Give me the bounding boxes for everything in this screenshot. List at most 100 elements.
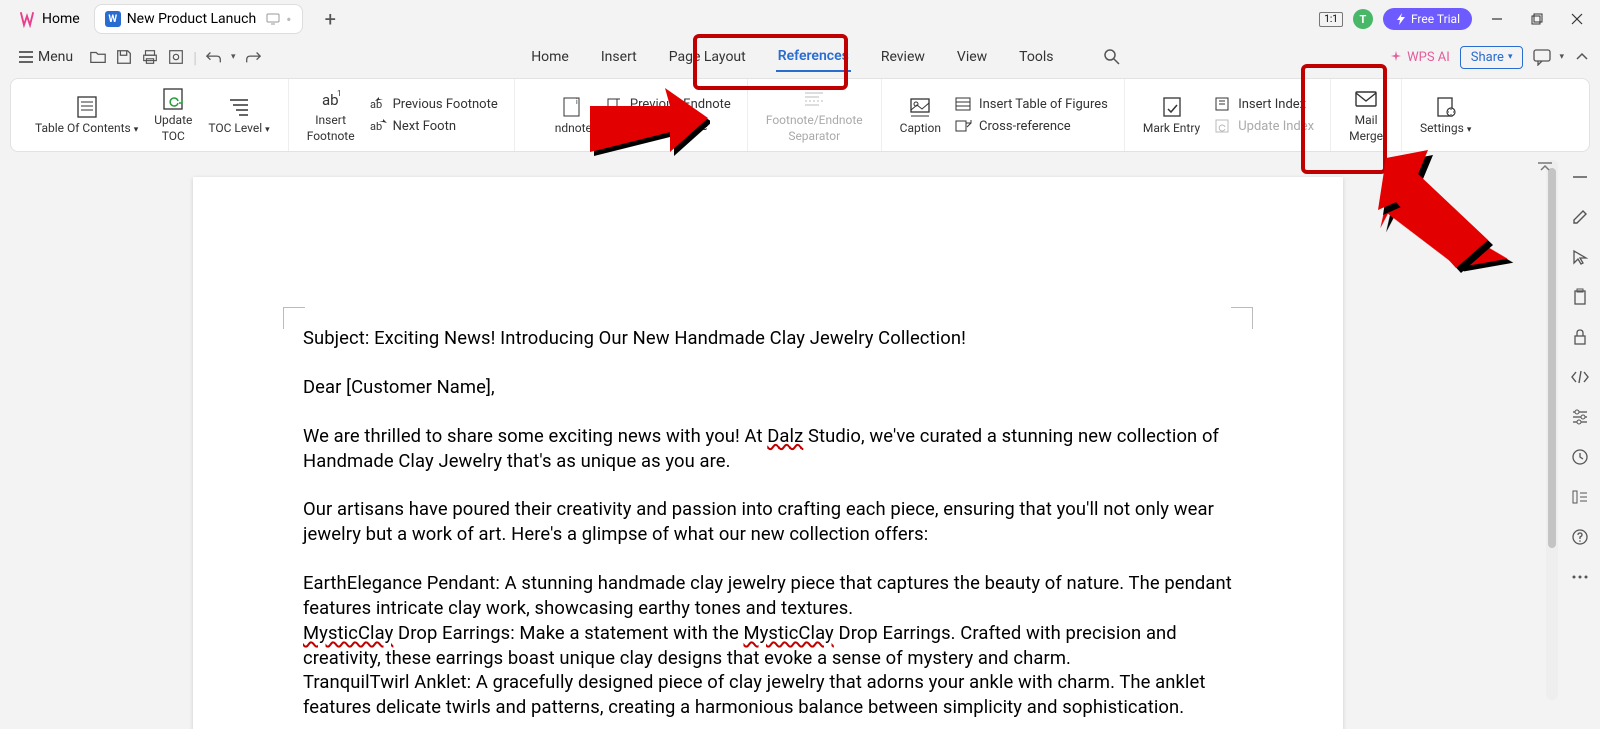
lightning-icon bbox=[1395, 13, 1407, 25]
comments-icon[interactable] bbox=[1533, 48, 1555, 66]
undo-icon[interactable] bbox=[205, 48, 223, 66]
ribbon-references: Table Of Contents ▾ Update TOC TOC Level… bbox=[10, 78, 1590, 152]
redo-icon[interactable] bbox=[244, 48, 262, 66]
mail-merge-button[interactable]: Mail Merge bbox=[1341, 87, 1391, 144]
caption-label: Caption bbox=[900, 121, 941, 135]
tab-insert[interactable]: Insert bbox=[599, 43, 639, 71]
doc-subject[interactable]: Subject: Exciting News! Introducing Our … bbox=[303, 327, 1233, 352]
wps-logo-icon bbox=[18, 10, 36, 28]
toc-level-label: TOC Level bbox=[208, 121, 262, 135]
tab-tools[interactable]: Tools bbox=[1017, 43, 1055, 71]
screen-icon bbox=[266, 13, 280, 25]
tab-page-layout[interactable]: Page Layout bbox=[667, 43, 748, 71]
maximize-button[interactable] bbox=[1522, 4, 1552, 34]
document-page[interactable]: Subject: Exciting News! Introducing Our … bbox=[193, 177, 1343, 729]
search-icon[interactable] bbox=[1103, 48, 1121, 66]
wps-ai-label: WPS AI bbox=[1407, 50, 1450, 65]
insert-index-button[interactable]: Insert Index bbox=[1214, 96, 1314, 112]
doc-para-4[interactable]: MysticClay Drop Earrings: Make a stateme… bbox=[303, 622, 1233, 672]
update-index-button: Update Index bbox=[1214, 118, 1314, 134]
settings-button[interactable]: Settings ▾ bbox=[1412, 95, 1479, 136]
doc-greeting[interactable]: Dear [Customer Name], bbox=[303, 376, 1233, 401]
doc-para-3[interactable]: EarthElegance Pendant: A stunning handma… bbox=[303, 572, 1233, 622]
word-doc-icon: W bbox=[105, 11, 121, 27]
scroll-anchor-icon[interactable] bbox=[1536, 160, 1554, 174]
footnote-sep-label-2: Separator bbox=[788, 129, 840, 143]
mark-entry-button[interactable]: Mark Entry bbox=[1135, 95, 1208, 135]
mark-entry-label: Mark Entry bbox=[1143, 121, 1200, 135]
sliders-icon[interactable] bbox=[1570, 407, 1590, 427]
next-footnote-button[interactable]: ab Next Footn bbox=[369, 118, 498, 134]
document-body[interactable]: Subject: Exciting News! Introducing Our … bbox=[303, 327, 1233, 721]
hamburger-menu[interactable]: Menu bbox=[10, 45, 81, 69]
wps-ai-button[interactable]: WPS AI bbox=[1389, 50, 1450, 65]
outline-icon[interactable] bbox=[1570, 487, 1590, 507]
next-footnote-label: Next Footn bbox=[393, 119, 456, 134]
close-button[interactable] bbox=[1562, 4, 1592, 34]
tab-home-label: Home bbox=[42, 11, 80, 27]
comments-dropdown[interactable]: ▾ bbox=[1559, 52, 1564, 62]
table-of-contents-button[interactable]: Table Of Contents ▾ bbox=[27, 95, 146, 136]
collapse-ribbon-icon[interactable] bbox=[1574, 50, 1590, 64]
insert-table-figures-button[interactable]: Insert Table of Figures bbox=[955, 96, 1108, 112]
share-label: Share bbox=[1471, 50, 1504, 65]
doc-para-1[interactable]: We are thrilled to share some exciting n… bbox=[303, 425, 1233, 475]
update-toc-button[interactable]: Update TOC bbox=[146, 87, 200, 144]
tab-references[interactable]: References bbox=[776, 42, 851, 72]
undo-dropdown[interactable]: ▾ bbox=[231, 52, 236, 62]
aspect-ratio-icon[interactable]: 1:1 bbox=[1319, 12, 1343, 27]
right-side-toolbar bbox=[1560, 155, 1600, 729]
cross-reference-button[interactable]: Cross-reference bbox=[955, 118, 1108, 134]
mail-merge-label-2: Merge bbox=[1349, 129, 1383, 143]
menu-label: Menu bbox=[38, 49, 73, 65]
insert-footnote-button[interactable]: ab1 Insert Footnote bbox=[299, 87, 363, 144]
user-avatar[interactable]: T bbox=[1353, 9, 1373, 29]
settings-label: Settings bbox=[1420, 121, 1464, 135]
tab-home-ribbon[interactable]: Home bbox=[529, 43, 571, 71]
more-icon[interactable] bbox=[1570, 567, 1590, 587]
footnote-sep-label-1: Footnote/Endnote bbox=[766, 113, 863, 127]
select-arrow-icon[interactable] bbox=[1570, 247, 1590, 267]
insert-index-label: Insert Index bbox=[1238, 97, 1306, 112]
sparkle-icon bbox=[1389, 50, 1403, 64]
minimize-panel-icon[interactable] bbox=[1570, 167, 1590, 187]
tab-document[interactable]: W New Product Lanuch • bbox=[94, 4, 303, 34]
update-index-label: Update Index bbox=[1238, 119, 1314, 134]
footnote-separator-button: Footnote/Endnote Separator bbox=[758, 87, 871, 144]
help-icon[interactable] bbox=[1570, 527, 1590, 547]
toc-level-button[interactable]: TOC Level ▾ bbox=[200, 95, 277, 136]
cross-ref-label: Cross-reference bbox=[979, 119, 1071, 134]
doc-para-2[interactable]: Our artisans have poured their creativit… bbox=[303, 498, 1233, 548]
svg-text:ab: ab bbox=[370, 120, 382, 133]
vertical-scrollbar[interactable] bbox=[1546, 160, 1558, 700]
tab-view[interactable]: View bbox=[955, 43, 989, 71]
minimize-button[interactable] bbox=[1482, 4, 1512, 34]
caption-button[interactable]: Caption bbox=[892, 95, 949, 135]
previous-footnote-button[interactable]: ab Previous Footnote bbox=[369, 96, 498, 112]
svg-text:1: 1 bbox=[337, 89, 342, 98]
new-tab-button[interactable]: + bbox=[317, 4, 344, 34]
print-icon[interactable] bbox=[141, 48, 159, 66]
document-canvas[interactable]: Subject: Exciting News! Introducing Our … bbox=[0, 155, 1546, 729]
save-icon[interactable] bbox=[115, 48, 133, 66]
tab-doc-label: New Product Lanuch bbox=[127, 11, 256, 27]
toc-label: Table Of Contents bbox=[35, 121, 131, 135]
clipboard-icon[interactable] bbox=[1570, 287, 1590, 307]
edit-pencil-icon[interactable] bbox=[1570, 207, 1590, 227]
history-icon[interactable] bbox=[1570, 447, 1590, 467]
lock-icon[interactable] bbox=[1570, 327, 1590, 347]
tab-dot-icon: • bbox=[286, 10, 291, 29]
insert-tof-label: Insert Table of Figures bbox=[979, 97, 1108, 112]
share-button[interactable]: Share ▾ bbox=[1460, 46, 1524, 69]
scrollbar-thumb[interactable] bbox=[1548, 168, 1556, 548]
open-folder-icon[interactable] bbox=[89, 48, 107, 66]
hamburger-icon bbox=[18, 50, 34, 64]
tab-home[interactable]: Home bbox=[8, 4, 90, 34]
print-preview-icon[interactable] bbox=[167, 48, 185, 66]
tab-review[interactable]: Review bbox=[879, 43, 927, 71]
insert-footnote-label-1: Insert bbox=[315, 113, 346, 127]
doc-para-5[interactable]: TranquilTwirl Anklet: A gracefully desig… bbox=[303, 671, 1233, 721]
code-icon[interactable] bbox=[1570, 367, 1590, 387]
free-trial-button[interactable]: Free Trial bbox=[1383, 8, 1472, 30]
update-toc-label-1: Update bbox=[154, 113, 192, 127]
